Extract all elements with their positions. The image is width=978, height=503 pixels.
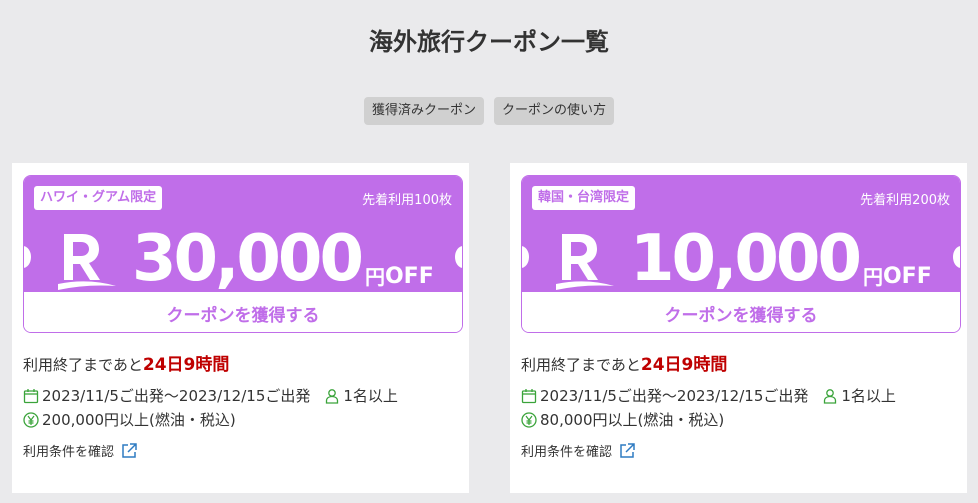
external-link-icon — [620, 442, 635, 458]
period-row: 2023/11/5ご出発〜2023/12/15ご出発 1名以上 — [23, 385, 398, 406]
travel-period: 2023/11/5ご出発〜2023/12/15ご出発 — [540, 387, 809, 405]
period-row: 2023/11/5ご出発〜2023/12/15ご出発 1名以上 — [521, 385, 896, 406]
usage-limit: 先着利用100枚 — [362, 193, 452, 208]
travel-period: 2023/11/5ご出発〜2023/12/15ご出発 — [42, 387, 311, 405]
people-count: 1名以上 — [343, 387, 398, 405]
rakuten-r-logo — [58, 234, 116, 290]
remaining-time: 利用終了まであと24日9時間 — [521, 350, 727, 375]
coupon-ticket: 韓国・台湾限定 先着利用200枚 10,000 円 OFF クーポンを獲得する — [521, 175, 961, 333]
rakuten-r-logo — [556, 234, 614, 290]
terms-link[interactable]: 利用条件を確認 — [521, 441, 639, 460]
person-icon — [824, 388, 837, 404]
discount-off-label: OFF — [384, 264, 434, 289]
usage-limit: 先着利用200枚 — [860, 193, 950, 208]
region-tag: 韓国・台湾限定 — [532, 186, 636, 210]
min-price: 200,000円以上(燃油・税込) — [42, 411, 236, 429]
acquired-coupons-button[interactable]: 獲得済みクーポン — [363, 97, 484, 125]
remaining-time: 利用終了まであと24日9時間 — [23, 350, 229, 375]
people-condition: 1名以上 — [324, 385, 398, 406]
terms-label: 利用条件を確認 — [521, 445, 613, 460]
min-price: 80,000円以上(燃油・税込) — [540, 411, 725, 429]
calendar-icon — [23, 388, 39, 403]
min-price-row: 200,000円以上(燃油・税込) — [23, 409, 236, 430]
remaining-label: 利用終了まであと — [521, 356, 641, 374]
remaining-value: 24日9時間 — [640, 355, 728, 375]
yen-icon — [23, 411, 39, 428]
coupon-card: 韓国・台湾限定 先着利用200枚 10,000 円 OFF クーポンを獲得する … — [510, 163, 967, 493]
discount-off-label: OFF — [882, 264, 932, 289]
yen-icon — [521, 411, 537, 428]
coupon-header: ハワイ・グアム限定 先着利用100枚 30,000 円 OFF — [24, 176, 462, 292]
external-link-icon — [122, 442, 137, 458]
remaining-value: 24日9時間 — [142, 355, 230, 375]
calendar-icon — [521, 388, 537, 403]
remaining-label: 利用終了まであと — [23, 356, 143, 374]
discount-amount-row: 10,000 円 OFF — [552, 220, 932, 296]
person-icon — [326, 388, 339, 404]
discount-amount-row: 30,000 円 OFF — [54, 220, 434, 296]
min-price-row: 80,000円以上(燃油・税込) — [521, 409, 724, 430]
coupon-howto-button[interactable]: クーポンの使い方 — [494, 97, 615, 125]
coupon-header: 韓国・台湾限定 先着利用200枚 10,000 円 OFF — [522, 176, 960, 292]
coupon-ticket: ハワイ・グアム限定 先着利用100枚 30,000 円 OFF クーポンを獲得す… — [23, 175, 463, 333]
discount-amount: 10,000 — [630, 222, 862, 296]
coupon-nav: 獲得済みクーポン クーポンの使い方 — [0, 97, 978, 125]
coupon-card: ハワイ・グアム限定 先着利用100枚 30,000 円 OFF クーポンを獲得す… — [12, 163, 469, 493]
people-condition: 1名以上 — [822, 385, 896, 406]
discount-amount: 30,000 — [132, 222, 364, 296]
region-tag: ハワイ・グアム限定 — [34, 186, 163, 210]
get-coupon-button[interactable]: クーポンを獲得する — [24, 292, 462, 332]
terms-label: 利用条件を確認 — [23, 445, 115, 460]
discount-unit: 円 — [862, 265, 883, 289]
people-count: 1名以上 — [841, 387, 896, 405]
discount-unit: 円 — [364, 265, 385, 289]
get-coupon-button[interactable]: クーポンを獲得する — [522, 292, 960, 332]
terms-link[interactable]: 利用条件を確認 — [23, 441, 141, 460]
page-title: 海外旅行クーポン一覧 — [369, 28, 609, 56]
